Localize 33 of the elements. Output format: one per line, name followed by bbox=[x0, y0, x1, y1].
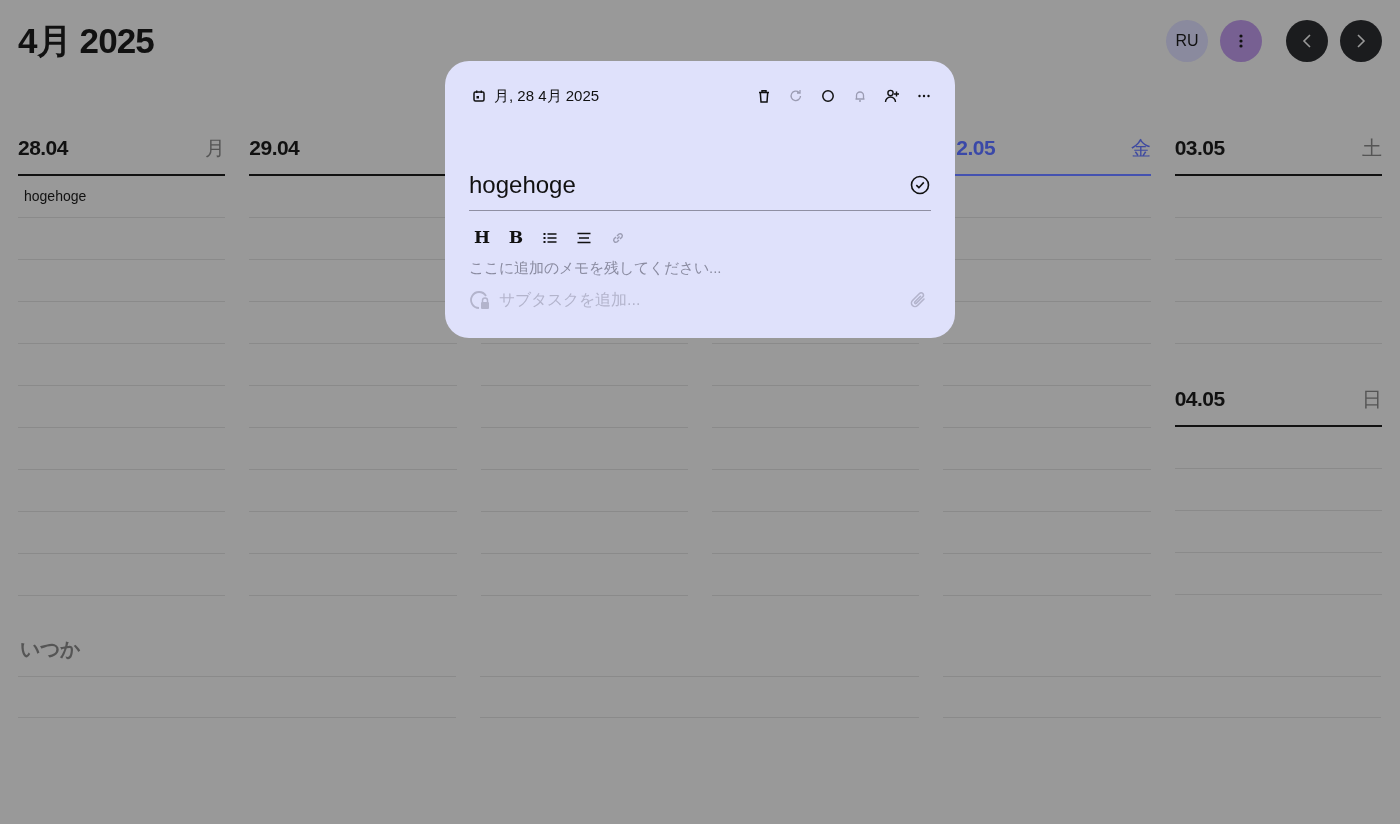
task-item[interactable]: hogehoge bbox=[24, 186, 87, 207]
menu-button[interactable] bbox=[1220, 20, 1262, 62]
day-date: 2.05 bbox=[956, 135, 996, 161]
day-date: 29.04 bbox=[249, 135, 300, 161]
calendar-icon bbox=[473, 90, 485, 102]
user-avatar[interactable]: RU bbox=[1166, 20, 1208, 62]
task-date[interactable]: 月, 28 4月 2025 bbox=[494, 84, 600, 108]
trash-icon[interactable] bbox=[756, 88, 772, 104]
weekday-label: 土 bbox=[1362, 136, 1382, 161]
memo-field[interactable]: ここに追加のメモを残してください... bbox=[469, 257, 909, 280]
previous-button[interactable] bbox=[1286, 20, 1328, 62]
chevron-left-icon bbox=[1302, 33, 1312, 49]
day-date: 28.04 bbox=[18, 135, 68, 161]
page-title: 4月 2025 bbox=[18, 20, 154, 62]
more-icon bbox=[1239, 34, 1243, 48]
section-title: いつか bbox=[19, 637, 80, 662]
day-date: 03.05 bbox=[1174, 135, 1225, 161]
task-title-field[interactable]: hogehoge bbox=[469, 166, 869, 209]
day-date: 04.05 bbox=[1174, 386, 1225, 412]
chevron-right-icon bbox=[1356, 33, 1366, 49]
format-button[interactable]: H bbox=[471, 227, 493, 249]
check-circle-icon[interactable] bbox=[910, 174, 930, 195]
subtask-icon bbox=[469, 289, 491, 311]
align-icon[interactable] bbox=[576, 230, 592, 246]
weekday-label: 金 bbox=[1130, 136, 1151, 161]
format-button[interactable]: B bbox=[505, 227, 527, 249]
weekday-label: 日 bbox=[1362, 387, 1382, 412]
circle-icon[interactable] bbox=[820, 88, 836, 104]
bullet-list-icon[interactable] bbox=[542, 230, 558, 246]
paperclip-icon[interactable] bbox=[909, 290, 927, 310]
weekday-label: 月 bbox=[205, 136, 226, 161]
next-button[interactable] bbox=[1340, 20, 1382, 62]
add-person-icon[interactable] bbox=[884, 88, 900, 104]
